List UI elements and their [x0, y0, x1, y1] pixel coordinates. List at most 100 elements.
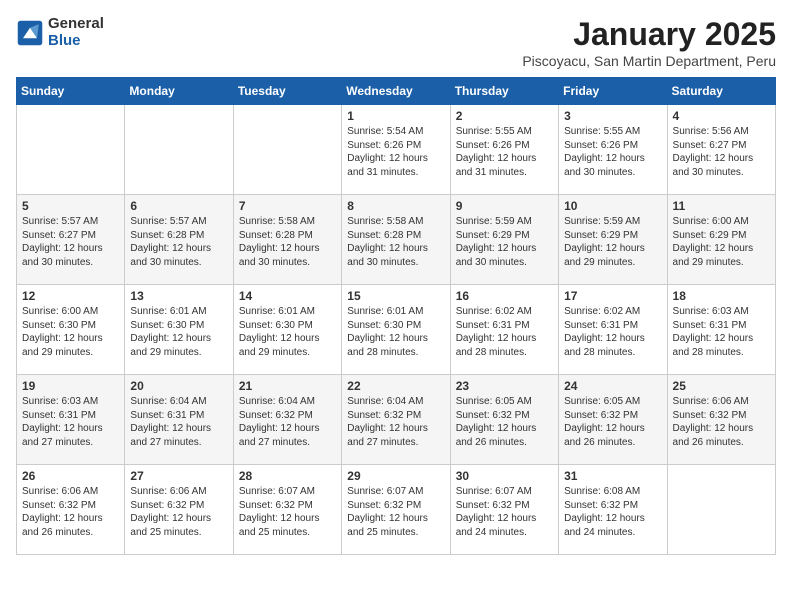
calendar-cell: 3 Sunrise: 5:55 AM Sunset: 6:26 PM Daylig… — [559, 105, 667, 195]
calendar-cell: 19Sunrise: 6:03 AM Sunset: 6:31 PM Dayli… — [17, 375, 125, 465]
calendar-cell — [17, 105, 125, 195]
calendar-cell: 27 Sunrise: 6:06 AM Sunset: 6:32 PM Dayli… — [125, 465, 233, 555]
day-number: 5 — [22, 199, 119, 213]
calendar-cell: 13 Sunrise: 6:01 AM Sunset: 6:30 PM Dayli… — [125, 285, 233, 375]
day-info: Sunrise: 6:03 AM Sunset: 6:31 PM Dayligh… — [673, 305, 770, 359]
calendar-cell — [125, 105, 233, 195]
day-info: Sunrise: 6:01 AM Sunset: 6:30 PM Dayligh… — [130, 305, 227, 359]
weekday-header-saturday: Saturday — [667, 78, 775, 105]
weekday-header-tuesday: Tuesday — [233, 78, 341, 105]
day-number: 16 — [456, 289, 553, 303]
calendar-week-4: 19Sunrise: 6:03 AM Sunset: 6:31 PM Dayli… — [17, 375, 776, 465]
day-info: Sunrise: 6:01 AM Sunset: 6:30 PM Dayligh… — [347, 305, 444, 359]
day-info: Sunrise: 5:55 AM Sunset: 6:26 PM Dayligh… — [456, 125, 553, 179]
day-number: 21 — [239, 379, 336, 393]
day-info: Sunrise: 6:02 AM Sunset: 6:31 PM Dayligh… — [456, 305, 553, 359]
logo: General Blue — [16, 16, 104, 49]
calendar-body: 1Sunrise: 5:54 AM Sunset: 6:26 PM Daylig… — [17, 105, 776, 555]
logo-icon — [16, 19, 44, 47]
day-info: Sunrise: 5:58 AM Sunset: 6:28 PM Dayligh… — [347, 215, 444, 269]
day-info: Sunrise: 5:59 AM Sunset: 6:29 PM Dayligh… — [456, 215, 553, 269]
day-number: 10 — [564, 199, 661, 213]
calendar-table: SundayMondayTuesdayWednesdayThursdayFrid… — [16, 77, 776, 555]
day-number: 26 — [22, 469, 119, 483]
day-info: Sunrise: 5:57 AM Sunset: 6:28 PM Dayligh… — [130, 215, 227, 269]
day-info: Sunrise: 5:56 AM Sunset: 6:27 PM Dayligh… — [673, 125, 770, 179]
day-number: 29 — [347, 469, 444, 483]
day-number: 1 — [347, 109, 444, 123]
day-info: Sunrise: 5:57 AM Sunset: 6:27 PM Dayligh… — [22, 215, 119, 269]
calendar-title: January 2025 — [522, 16, 776, 53]
day-number: 6 — [130, 199, 227, 213]
calendar-cell: 12Sunrise: 6:00 AM Sunset: 6:30 PM Dayli… — [17, 285, 125, 375]
day-info: Sunrise: 6:08 AM Sunset: 6:32 PM Dayligh… — [564, 485, 661, 539]
calendar-cell: 31Sunrise: 6:08 AM Sunset: 6:32 PM Dayli… — [559, 465, 667, 555]
calendar-cell: 14 Sunrise: 6:01 AM Sunset: 6:30 PM Dayli… — [233, 285, 341, 375]
day-number: 7 — [239, 199, 336, 213]
day-info: Sunrise: 6:05 AM Sunset: 6:32 PM Dayligh… — [564, 395, 661, 449]
day-number: 20 — [130, 379, 227, 393]
calendar-cell: 1Sunrise: 5:54 AM Sunset: 6:26 PM Daylig… — [342, 105, 450, 195]
day-info: Sunrise: 6:07 AM Sunset: 6:32 PM Dayligh… — [456, 485, 553, 539]
calendar-cell: 7 Sunrise: 5:58 AM Sunset: 6:28 PM Daylig… — [233, 195, 341, 285]
day-info: Sunrise: 5:59 AM Sunset: 6:29 PM Dayligh… — [564, 215, 661, 269]
day-info: Sunrise: 6:05 AM Sunset: 6:32 PM Dayligh… — [456, 395, 553, 449]
day-number: 11 — [673, 199, 770, 213]
day-number: 14 — [239, 289, 336, 303]
calendar-week-5: 26 Sunrise: 6:06 AM Sunset: 6:32 PM Dayli… — [17, 465, 776, 555]
calendar-cell: 17Sunrise: 6:02 AM Sunset: 6:31 PM Dayli… — [559, 285, 667, 375]
weekday-header-thursday: Thursday — [450, 78, 558, 105]
calendar-cell: 28 Sunrise: 6:07 AM Sunset: 6:32 PM Dayli… — [233, 465, 341, 555]
day-info: Sunrise: 6:04 AM Sunset: 6:32 PM Dayligh… — [347, 395, 444, 449]
page-header: General Blue January 2025 Piscoyacu, San… — [16, 16, 776, 69]
day-number: 27 — [130, 469, 227, 483]
calendar-week-1: 1Sunrise: 5:54 AM Sunset: 6:26 PM Daylig… — [17, 105, 776, 195]
calendar-week-2: 5 Sunrise: 5:57 AM Sunset: 6:27 PM Daylig… — [17, 195, 776, 285]
day-number: 22 — [347, 379, 444, 393]
day-info: Sunrise: 6:06 AM Sunset: 6:32 PM Dayligh… — [673, 395, 770, 449]
calendar-cell — [667, 465, 775, 555]
day-number: 15 — [347, 289, 444, 303]
day-number: 28 — [239, 469, 336, 483]
logo-general: General — [48, 16, 104, 33]
day-info: Sunrise: 6:01 AM Sunset: 6:30 PM Dayligh… — [239, 305, 336, 359]
weekday-header-monday: Monday — [125, 78, 233, 105]
logo-text: General Blue — [48, 16, 104, 49]
calendar-cell: 24 Sunrise: 6:05 AM Sunset: 6:32 PM Dayli… — [559, 375, 667, 465]
day-info: Sunrise: 5:58 AM Sunset: 6:28 PM Dayligh… — [239, 215, 336, 269]
day-info: Sunrise: 6:00 AM Sunset: 6:29 PM Dayligh… — [673, 215, 770, 269]
calendar-week-3: 12Sunrise: 6:00 AM Sunset: 6:30 PM Dayli… — [17, 285, 776, 375]
title-block: January 2025 Piscoyacu, San Martin Depar… — [522, 16, 776, 69]
day-info: Sunrise: 6:04 AM Sunset: 6:31 PM Dayligh… — [130, 395, 227, 449]
calendar-location: Piscoyacu, San Martin Department, Peru — [522, 53, 776, 69]
calendar-cell: 2 Sunrise: 5:55 AM Sunset: 6:26 PM Daylig… — [450, 105, 558, 195]
day-info: Sunrise: 6:06 AM Sunset: 6:32 PM Dayligh… — [130, 485, 227, 539]
day-number: 3 — [564, 109, 661, 123]
day-number: 18 — [673, 289, 770, 303]
calendar-cell: 29Sunrise: 6:07 AM Sunset: 6:32 PM Dayli… — [342, 465, 450, 555]
day-number: 24 — [564, 379, 661, 393]
day-number: 9 — [456, 199, 553, 213]
calendar-cell: 26 Sunrise: 6:06 AM Sunset: 6:32 PM Dayli… — [17, 465, 125, 555]
day-number: 13 — [130, 289, 227, 303]
weekday-header-sunday: Sunday — [17, 78, 125, 105]
day-number: 25 — [673, 379, 770, 393]
day-info: Sunrise: 6:03 AM Sunset: 6:31 PM Dayligh… — [22, 395, 119, 449]
calendar-cell: 20 Sunrise: 6:04 AM Sunset: 6:31 PM Dayli… — [125, 375, 233, 465]
calendar-cell: 15 Sunrise: 6:01 AM Sunset: 6:30 PM Dayli… — [342, 285, 450, 375]
day-info: Sunrise: 6:00 AM Sunset: 6:30 PM Dayligh… — [22, 305, 119, 359]
day-info: Sunrise: 6:07 AM Sunset: 6:32 PM Dayligh… — [239, 485, 336, 539]
calendar-cell: 23 Sunrise: 6:05 AM Sunset: 6:32 PM Dayli… — [450, 375, 558, 465]
day-info: Sunrise: 5:55 AM Sunset: 6:26 PM Dayligh… — [564, 125, 661, 179]
logo-blue: Blue — [48, 33, 104, 50]
calendar-cell: 5 Sunrise: 5:57 AM Sunset: 6:27 PM Daylig… — [17, 195, 125, 285]
calendar-cell — [233, 105, 341, 195]
calendar-cell: 30Sunrise: 6:07 AM Sunset: 6:32 PM Dayli… — [450, 465, 558, 555]
day-number: 8 — [347, 199, 444, 213]
day-number: 2 — [456, 109, 553, 123]
calendar-cell: 4Sunrise: 5:56 AM Sunset: 6:27 PM Daylig… — [667, 105, 775, 195]
day-number: 23 — [456, 379, 553, 393]
day-info: Sunrise: 6:04 AM Sunset: 6:32 PM Dayligh… — [239, 395, 336, 449]
day-info: Sunrise: 6:06 AM Sunset: 6:32 PM Dayligh… — [22, 485, 119, 539]
calendar-cell: 10 Sunrise: 5:59 AM Sunset: 6:29 PM Dayli… — [559, 195, 667, 285]
